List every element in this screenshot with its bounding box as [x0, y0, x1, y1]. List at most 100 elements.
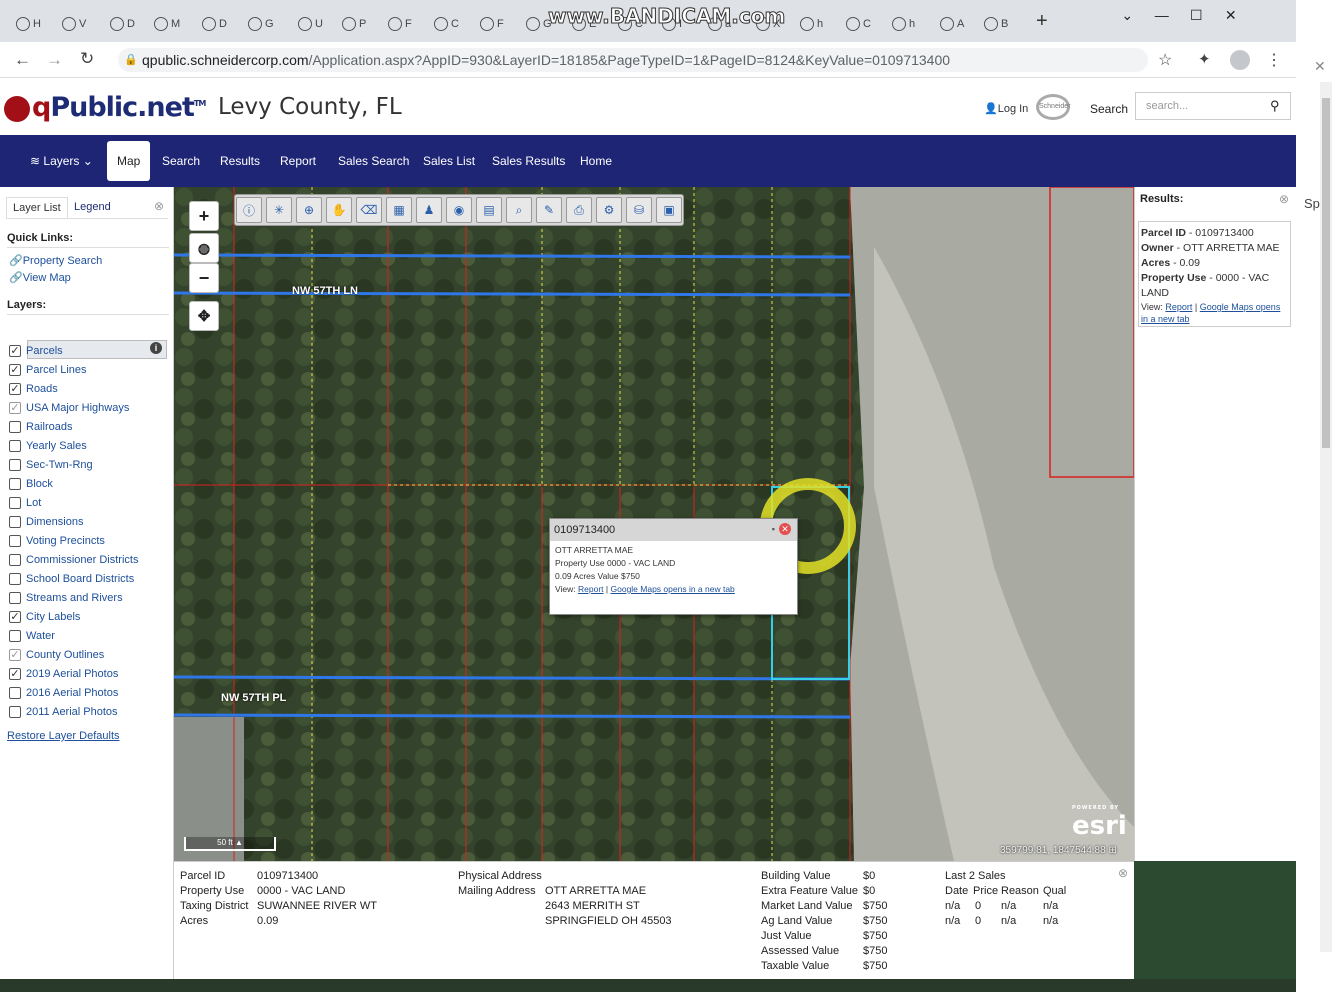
maximize-icon[interactable]: ☐ — [1179, 4, 1214, 26]
db-icon[interactable]: ⛁ — [626, 197, 652, 223]
layer-checkbox[interactable] — [9, 459, 21, 471]
browser-tab[interactable]: V — [62, 13, 86, 35]
panel-close-icon[interactable]: ⊗ — [154, 199, 164, 213]
zoom-out-button[interactable]: − — [189, 263, 219, 293]
extensions-icon[interactable]: ✦ — [1198, 50, 1211, 68]
quick-link-view-map[interactable]: 🔗View Map — [9, 271, 71, 284]
browser-tab[interactable]: C — [434, 13, 459, 35]
zoom-in-button[interactable]: + — [189, 201, 219, 231]
browser-tab[interactable]: h — [800, 13, 823, 35]
nav-home[interactable]: Home — [580, 135, 612, 187]
layer-checkbox[interactable] — [9, 421, 21, 433]
layer-checkbox[interactable]: ✓ — [9, 383, 21, 395]
draw-icon[interactable]: ✎ — [536, 197, 562, 223]
browser-tab[interactable]: M — [154, 13, 180, 35]
pan-hand-icon[interactable]: ✋ — [326, 197, 352, 223]
back-icon[interactable]: ← — [14, 50, 31, 70]
header-search-input[interactable]: search... — [1135, 92, 1291, 120]
minimize-icon[interactable]: — — [1145, 4, 1180, 26]
identify-icon[interactable]: ✳ — [266, 197, 292, 223]
tab-layer-list[interactable]: Layer List — [6, 197, 68, 218]
layer-item[interactable]: Block — [9, 476, 53, 492]
street-view-icon[interactable]: ♟ — [416, 197, 442, 223]
layer-item[interactable]: ✓ Parcel Lines — [9, 362, 87, 378]
profile-avatar[interactable] — [1230, 50, 1250, 70]
layer-checkbox[interactable]: ✓ — [9, 668, 21, 680]
layer-checkbox[interactable] — [9, 592, 21, 604]
nav-sales-search[interactable]: Sales Search — [338, 135, 409, 187]
layer-checkbox[interactable]: ✓ — [9, 649, 21, 661]
browser-tab[interactable]: F — [480, 13, 504, 35]
layer-checkbox[interactable] — [9, 440, 21, 452]
nav-report[interactable]: Report — [280, 135, 316, 187]
layer-item[interactable]: Water — [9, 628, 55, 644]
new-tab-button[interactable]: + — [1036, 10, 1048, 33]
layer-item[interactable]: Commissioner Districts — [9, 552, 138, 568]
browser-tab[interactable]: U — [298, 13, 323, 35]
info-icon[interactable]: ⓘ — [236, 197, 262, 223]
popup-close-icon[interactable]: ✕ — [779, 523, 791, 535]
browser-tab[interactable]: C — [846, 13, 871, 35]
result-report-link[interactable]: Report — [1165, 302, 1192, 312]
find-icon[interactable]: ⌕ — [506, 197, 532, 223]
result-card[interactable]: Parcel ID - 0109713400 Owner - OTT ARRET… — [1138, 221, 1291, 327]
browser-tab[interactable]: D — [110, 13, 135, 35]
browser-tab[interactable]: h — [892, 13, 915, 35]
layer-item[interactable]: Yearly Sales — [9, 438, 87, 454]
layer-item[interactable]: Dimensions — [9, 514, 83, 530]
nav-search[interactable]: Search — [162, 135, 200, 187]
tab-search-icon[interactable]: ⌄ — [1110, 4, 1145, 26]
layer-checkbox[interactable]: ✓ — [9, 345, 21, 357]
pan-icon[interactable]: ✥ — [189, 301, 219, 331]
layer-checkbox[interactable]: ✓ — [9, 402, 21, 414]
layer-item[interactable]: ✓ USA Major Highways — [9, 400, 129, 416]
layer-item[interactable]: ✓ Roads — [9, 381, 58, 397]
browser-tab[interactable]: A — [940, 13, 964, 35]
nav-sales-results[interactable]: Sales Results — [492, 135, 565, 187]
info-icon[interactable]: i — [150, 342, 162, 354]
layer-checkbox[interactable] — [9, 497, 21, 509]
bookmark-star-icon[interactable]: ☆ — [1158, 50, 1172, 70]
layer-checkbox[interactable] — [9, 706, 21, 718]
layer-checkbox[interactable] — [9, 687, 21, 699]
save-icon[interactable]: ▣ — [656, 197, 682, 223]
qpublic-logo[interactable]: qPublic.netTM — [4, 92, 206, 123]
eraser-icon[interactable]: ⌫ — [356, 197, 382, 223]
forward-icon[interactable]: → — [46, 50, 63, 70]
layer-item[interactable]: 2011 Aerial Photos — [9, 704, 118, 720]
zoom-box-icon[interactable]: ⊕ — [296, 197, 322, 223]
layer-item[interactable]: ✓ Parcels — [9, 343, 63, 359]
results-close-icon[interactable]: ⊗ — [1279, 192, 1289, 206]
layer-checkbox[interactable] — [9, 630, 21, 642]
print-icon[interactable]: ⎙ — [566, 197, 592, 223]
layer-checkbox[interactable] — [9, 516, 21, 528]
buffer-icon[interactable]: ⚙ — [596, 197, 622, 223]
url-field[interactable]: 🔒 qpublic.schneidercorp.com/Application.… — [118, 48, 1148, 72]
popup-report-link[interactable]: Report — [578, 584, 604, 594]
layer-item[interactable]: Streams and Rivers — [9, 590, 123, 606]
close-window-icon[interactable]: ✕ — [1214, 4, 1249, 26]
layer-item[interactable]: Sec-Twn-Rng — [9, 457, 93, 473]
layer-item[interactable]: ✓ County Outlines — [9, 647, 104, 663]
nav-map[interactable]: Map — [107, 141, 151, 181]
browser-tab[interactable]: F — [388, 13, 412, 35]
layer-checkbox[interactable]: ✓ — [9, 611, 21, 623]
browser-tab[interactable]: H — [16, 13, 41, 35]
reload-icon[interactable]: ↻ — [80, 49, 94, 69]
quick-link-property-search[interactable]: 🔗Property Search — [9, 254, 102, 267]
layer-checkbox[interactable]: ✓ — [9, 364, 21, 376]
search-icon[interactable]: ⚲ — [1270, 98, 1280, 114]
popup-maximize-icon[interactable]: ▪ — [772, 524, 775, 534]
layer-checkbox[interactable] — [9, 535, 21, 547]
restore-layer-defaults-link[interactable]: Restore Layer Defaults — [7, 730, 120, 742]
browser-tab[interactable]: D — [202, 13, 227, 35]
popup-gmaps-link[interactable]: Google Maps opens in a new tab — [611, 584, 735, 594]
layer-item[interactable]: ✓ 2019 Aerial Photos — [9, 666, 118, 682]
layer-item[interactable]: Voting Precincts — [9, 533, 105, 549]
layer-checkbox[interactable] — [9, 554, 21, 566]
login-link[interactable]: 👤Log In — [984, 102, 1028, 115]
details-close-icon[interactable]: ⊗ — [1118, 866, 1128, 880]
nav-results[interactable]: Results — [220, 135, 260, 187]
layer-item[interactable]: School Board Districts — [9, 571, 134, 587]
globe-icon[interactable]: ◍ — [189, 233, 219, 263]
